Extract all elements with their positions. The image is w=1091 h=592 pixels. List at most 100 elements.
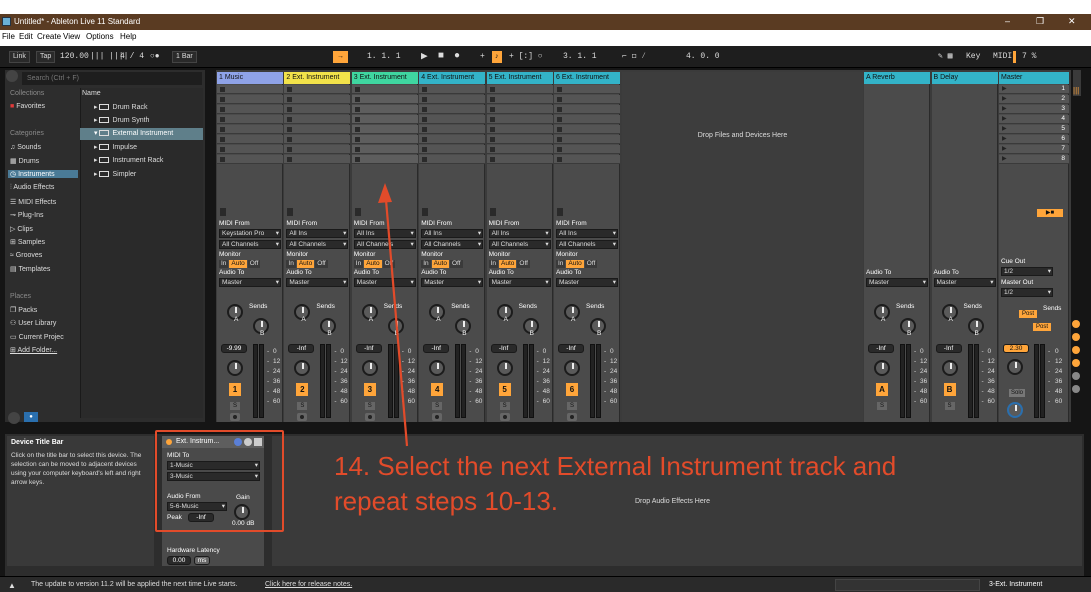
clip-stop-icon[interactable] bbox=[220, 157, 225, 162]
pan-knob[interactable] bbox=[361, 360, 378, 376]
monitor-in-button[interactable]: In bbox=[219, 260, 229, 268]
clip-slot[interactable] bbox=[217, 145, 283, 154]
grid-view-icon[interactable]: ||| bbox=[1073, 86, 1081, 96]
menu-help[interactable]: Help bbox=[120, 32, 136, 41]
clip-slot[interactable] bbox=[554, 155, 620, 164]
clip-slot[interactable] bbox=[554, 125, 620, 134]
track-stop-button[interactable] bbox=[489, 208, 496, 216]
clip-slot[interactable] bbox=[486, 155, 553, 164]
track-delay-toggle-icon[interactable] bbox=[1072, 385, 1080, 393]
clip-stop-icon[interactable] bbox=[287, 117, 293, 122]
clip-slot[interactable] bbox=[284, 85, 351, 94]
midi-channel-menu[interactable]: All Channels bbox=[421, 240, 484, 249]
key-map-button[interactable]: Key bbox=[966, 51, 980, 63]
clip-stop-icon[interactable] bbox=[287, 127, 293, 132]
audio-to-menu[interactable]: Master bbox=[421, 278, 484, 287]
clip-stop-icon[interactable] bbox=[557, 127, 562, 132]
clip-stop-icon[interactable] bbox=[422, 147, 428, 152]
audio-to-menu[interactable]: Master bbox=[556, 278, 618, 287]
clip-slot[interactable] bbox=[284, 155, 351, 164]
clip-slot[interactable] bbox=[486, 135, 553, 144]
return-activator[interactable]: A bbox=[876, 383, 888, 396]
clip-slot[interactable] bbox=[351, 115, 418, 124]
arrangement-position[interactable]: 1. 1. 1 bbox=[367, 51, 401, 63]
monitor-off-button[interactable]: Off bbox=[382, 260, 396, 268]
audio-to-menu[interactable]: Master bbox=[286, 278, 349, 287]
clip-slot[interactable] bbox=[419, 125, 486, 134]
clip-slot[interactable] bbox=[554, 85, 620, 94]
menu-view[interactable]: View bbox=[63, 32, 80, 41]
clip-slot[interactable] bbox=[486, 85, 553, 94]
track-header[interactable]: 4 Ext. Instrument bbox=[419, 72, 486, 84]
hw-latency-value[interactable]: 0.00 bbox=[167, 556, 191, 565]
clip-slot[interactable] bbox=[554, 95, 620, 104]
clip-stop-icon[interactable] bbox=[220, 147, 225, 152]
category-templates[interactable]: ▤ Templates bbox=[10, 265, 50, 273]
clip-slot[interactable] bbox=[217, 115, 283, 124]
track-volume[interactable]: -Inf bbox=[355, 344, 382, 353]
browser-hide-icon[interactable] bbox=[8, 412, 20, 424]
clip-slot[interactable] bbox=[419, 135, 486, 144]
monitor-auto-button[interactable]: Auto bbox=[296, 260, 315, 268]
scene-launch-icon[interactable]: ▶ bbox=[1002, 135, 1007, 142]
master-out-menu[interactable]: 1/2 bbox=[1001, 288, 1053, 297]
maximize-button[interactable]: ❐ bbox=[1036, 16, 1044, 27]
track-activator[interactable]: 1 bbox=[229, 383, 241, 396]
audio-to-menu[interactable]: Master bbox=[933, 278, 996, 287]
browser-item-instrument-rack[interactable]: ▸ Instrument Rack bbox=[80, 155, 203, 167]
clip-stop-icon[interactable] bbox=[422, 97, 428, 102]
monitor-in-button[interactable]: In bbox=[286, 260, 296, 268]
clip-slot[interactable] bbox=[284, 135, 351, 144]
track-volume[interactable]: -Inf bbox=[490, 344, 517, 353]
track-stop-button[interactable] bbox=[220, 208, 226, 216]
clip-stop-icon[interactable] bbox=[557, 157, 562, 162]
clip-slot[interactable] bbox=[284, 95, 351, 104]
clip-stop-icon[interactable] bbox=[287, 147, 293, 152]
cue-out-menu[interactable]: 1/2 bbox=[1001, 267, 1053, 276]
scene-slot[interactable]: ▶ 3 bbox=[999, 105, 1069, 114]
clip-slot[interactable] bbox=[284, 145, 351, 154]
solo-button[interactable]: S bbox=[877, 402, 887, 410]
clip-stop-icon[interactable] bbox=[422, 117, 428, 122]
clip-slot[interactable] bbox=[351, 135, 418, 144]
solo-button[interactable]: S bbox=[297, 402, 308, 410]
clip-slot[interactable] bbox=[351, 85, 418, 94]
clip-stop-icon[interactable] bbox=[354, 147, 360, 152]
clip-stop-icon[interactable] bbox=[557, 147, 562, 152]
clip-slot[interactable] bbox=[554, 115, 620, 124]
menu-file[interactable]: File bbox=[2, 32, 15, 41]
monitor-in-button[interactable]: In bbox=[421, 260, 431, 268]
io-toggle-icon[interactable] bbox=[1072, 320, 1080, 328]
place-packs[interactable]: ❐ Packs bbox=[10, 306, 37, 314]
clip-slot[interactable] bbox=[486, 125, 553, 134]
clip-slot[interactable] bbox=[284, 115, 351, 124]
place-user-library[interactable]: ⚇ User Library bbox=[10, 319, 56, 327]
track-stop-button[interactable] bbox=[287, 208, 294, 216]
hw-latency-unit[interactable]: ms bbox=[194, 556, 210, 565]
browser-favorites[interactable]: ■ Favorites bbox=[10, 103, 45, 110]
browser-search-input[interactable]: Search (Ctrl + F) bbox=[22, 72, 202, 85]
mixer-toggle-icon[interactable] bbox=[1072, 359, 1080, 367]
stop-all-clips-icon[interactable]: ▶■ bbox=[1037, 209, 1063, 217]
solo-button[interactable]: S bbox=[944, 402, 955, 410]
record-icon[interactable]: ● bbox=[454, 51, 460, 63]
clip-stop-icon[interactable] bbox=[287, 137, 293, 142]
monitor-auto-button[interactable]: Auto bbox=[431, 260, 449, 268]
track-activator[interactable]: 2 bbox=[296, 383, 309, 396]
draw-mode-icon[interactable]: ✎ ▦ bbox=[938, 51, 952, 63]
clip-stop-icon[interactable] bbox=[422, 157, 428, 162]
clip-slot[interactable] bbox=[351, 155, 418, 164]
quantize-menu[interactable]: 1 Bar bbox=[172, 51, 197, 63]
monitor-off-button[interactable]: Off bbox=[517, 260, 530, 268]
arm-button[interactable] bbox=[364, 413, 375, 421]
clip-stop-icon[interactable] bbox=[422, 87, 428, 92]
midi-channel-menu[interactable]: All Channels bbox=[219, 240, 281, 249]
track-header[interactable]: 3 Ext. Instrument bbox=[351, 72, 418, 84]
clip-stop-icon[interactable] bbox=[489, 87, 495, 92]
scene-launch-icon[interactable]: ▶ bbox=[1002, 115, 1007, 122]
loop-switch-icon[interactable]: ⌐ ◻ ⁄ bbox=[622, 51, 646, 63]
midi-from-menu[interactable]: All Ins bbox=[421, 229, 484, 238]
menu-create[interactable]: Create bbox=[37, 32, 61, 41]
midi-map-button[interactable]: MIDI bbox=[993, 51, 1012, 63]
metronome-toggle[interactable]: ○● bbox=[150, 51, 160, 63]
